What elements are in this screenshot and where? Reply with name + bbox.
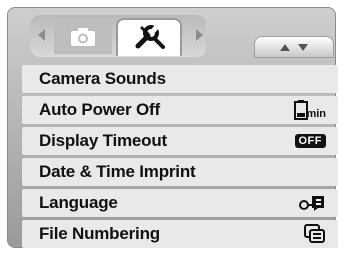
auto-power-off-unit: min	[306, 108, 326, 120]
menu-item-auto-power-off[interactable]: Auto Power Off min	[22, 96, 338, 124]
settings-menu: Camera Sounds Auto Power Off min Display…	[22, 65, 338, 248]
menu-item-value	[304, 224, 326, 244]
menu-item-label: Auto Power Off	[39, 100, 160, 119]
tab-setup[interactable]	[116, 18, 182, 56]
menu-item-label: Display Timeout	[39, 131, 167, 150]
triangle-down-icon	[298, 43, 308, 51]
scroll-indicator[interactable]	[254, 36, 334, 58]
menu-item-camera-sounds[interactable]: Camera Sounds	[22, 65, 338, 93]
menu-item-date-time-imprint[interactable]: Date & Time Imprint	[22, 158, 338, 186]
menu-item-value: min	[294, 100, 326, 120]
menu-item-label: Language	[39, 193, 118, 212]
menu-item-value: OFF	[294, 134, 326, 148]
menu-item-display-timeout[interactable]: Display Timeout OFF	[22, 127, 338, 155]
menu-header	[8, 8, 335, 60]
tab-camera[interactable]	[54, 20, 112, 54]
settings-screen: Camera Sounds Auto Power Off min Display…	[7, 7, 338, 248]
tab-left-arrow-icon[interactable]	[38, 29, 45, 41]
off-badge: OFF	[294, 134, 326, 148]
wrench-icon	[135, 24, 165, 49]
language-icon	[299, 196, 324, 211]
file-numbering-icon	[304, 224, 325, 243]
camera-icon	[71, 28, 95, 46]
menu-item-label: File Numbering	[39, 224, 160, 243]
tab-bar	[30, 15, 206, 57]
menu-item-language[interactable]: Language	[22, 189, 338, 217]
menu-item-label: Date & Time Imprint	[39, 162, 196, 181]
tab-right-arrow-icon[interactable]	[196, 29, 203, 41]
menu-item-file-numbering[interactable]: File Numbering	[22, 220, 338, 248]
menu-item-value	[298, 194, 326, 212]
triangle-up-icon	[280, 43, 290, 51]
menu-item-label: Camera Sounds	[39, 69, 166, 88]
